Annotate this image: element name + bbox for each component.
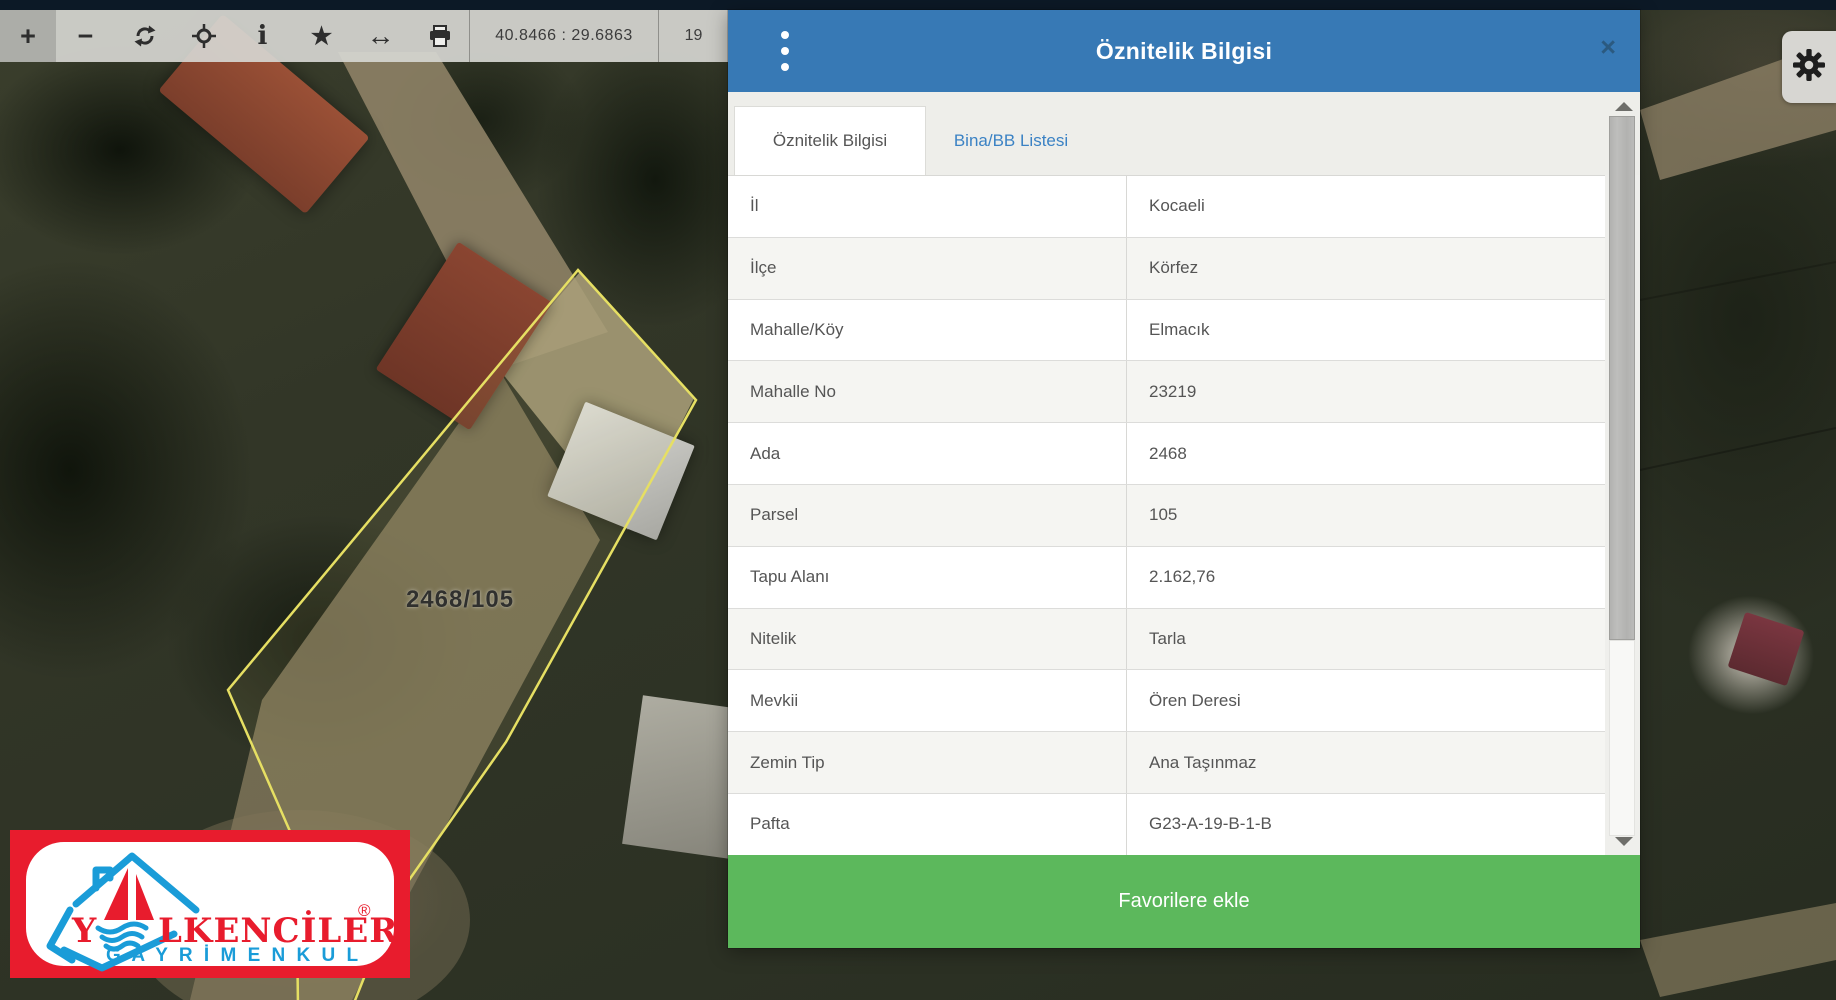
attribute-info-modal: Öznitelik Bilgisi × Öznitelik Bilgisi Bi… (728, 10, 1640, 948)
zoom-in-button[interactable]: + (0, 10, 56, 62)
row-label: Ada (728, 423, 1126, 484)
top-navy-bar (0, 0, 1836, 10)
tab-oznitelik-bilgisi[interactable]: Öznitelik Bilgisi (734, 106, 926, 175)
table-row: Parsel 105 (728, 485, 1605, 547)
scrollbar-track[interactable] (1609, 640, 1635, 836)
print-button[interactable] (410, 10, 469, 62)
row-label: Zemin Tip (728, 732, 1126, 793)
row-value: G23-A-19-B-1-B (1126, 794, 1605, 855)
row-label: Parsel (728, 485, 1126, 546)
modal-header: Öznitelik Bilgisi × (728, 10, 1640, 92)
refresh-button[interactable] (115, 10, 174, 62)
logo-registered-mark: ® (358, 901, 371, 920)
map-toolbar: + − i ★ ↔ (0, 10, 728, 62)
row-label: Tapu Alanı (728, 547, 1126, 608)
table-row: Pafta G23-A-19-B-1-B (728, 794, 1605, 855)
table-row: Mahalle/Köy Elmacık (728, 300, 1605, 362)
scrollbar-thumb[interactable] (1609, 116, 1635, 640)
close-icon[interactable]: × (1600, 34, 1616, 61)
zoom-level-readout: 19 (659, 10, 728, 62)
logo-subtitle: G A Y R İ M E N K U L (106, 945, 361, 966)
modal-tabbar: Öznitelik Bilgisi Bina/BB Listesi (728, 92, 1640, 175)
row-label: Mahalle/Köy (728, 300, 1126, 361)
row-value: Körfez (1126, 238, 1605, 299)
scrollbar-down-arrow[interactable] (1615, 837, 1633, 846)
row-value: Ana Taşınmaz (1126, 732, 1605, 793)
favorites-button[interactable]: ★ (292, 10, 351, 62)
table-row: İl Kocaeli (728, 176, 1605, 238)
info-button[interactable]: i (233, 10, 292, 62)
row-value: 105 (1126, 485, 1605, 546)
refresh-icon (133, 24, 157, 48)
gear-icon (1793, 49, 1825, 86)
tab-bina-bb-listesi[interactable]: Bina/BB Listesi (926, 106, 1096, 175)
table-row: Tapu Alanı 2.162,76 (728, 547, 1605, 609)
table-row: Mevkii Ören Deresi (728, 670, 1605, 732)
row-label: İlçe (728, 238, 1126, 299)
row-value: 2.162,76 (1126, 547, 1605, 608)
row-value: Ören Deresi (1126, 670, 1605, 731)
row-value: Elmacık (1126, 300, 1605, 361)
table-row: İlçe Körfez (728, 238, 1605, 300)
app-screen: 2468/105 + − i ★ ↔ (0, 0, 1836, 1000)
table-row: Nitelik Tarla (728, 609, 1605, 671)
logo-word-start: Y (71, 911, 97, 951)
settings-button[interactable] (1782, 31, 1836, 103)
zoom-out-button[interactable]: − (56, 10, 115, 62)
row-value: Tarla (1126, 609, 1605, 670)
table-row: Ada 2468 (728, 423, 1605, 485)
row-label: Mevkii (728, 670, 1126, 731)
add-to-favorites-button[interactable]: Favorilere ekle (728, 855, 1640, 948)
attribute-table: İl Kocaeli İlçe Körfez Mahalle/Köy Elmac… (728, 175, 1605, 855)
row-value: 2468 (1126, 423, 1605, 484)
row-label: İl (728, 176, 1126, 237)
measure-button[interactable]: ↔ (351, 10, 410, 62)
table-row: Mahalle No 23219 (728, 361, 1605, 423)
row-value: Kocaeli (1126, 176, 1605, 237)
table-row: Zemin Tip Ana Taşınmaz (728, 732, 1605, 794)
row-label: Pafta (728, 794, 1126, 855)
modal-menu-button[interactable] (778, 31, 792, 71)
kebab-dot (781, 31, 789, 39)
crosshair-icon (192, 24, 216, 48)
locate-button[interactable] (174, 10, 233, 62)
scrollbar-up-arrow[interactable] (1615, 102, 1633, 111)
yalkenciler-logo: Y LKENCİLER ® G A Y R İ M E N K U L (10, 830, 410, 978)
row-label: Nitelik (728, 609, 1126, 670)
kebab-dot (781, 47, 789, 55)
row-value: 23219 (1126, 361, 1605, 422)
printer-icon (428, 25, 452, 47)
modal-title: Öznitelik Bilgisi (728, 38, 1640, 65)
row-label: Mahalle No (728, 361, 1126, 422)
parcel-label: 2468/105 (380, 586, 540, 614)
kebab-dot (781, 63, 789, 71)
coordinates-readout: 40.8466 : 29.6863 (470, 10, 658, 62)
